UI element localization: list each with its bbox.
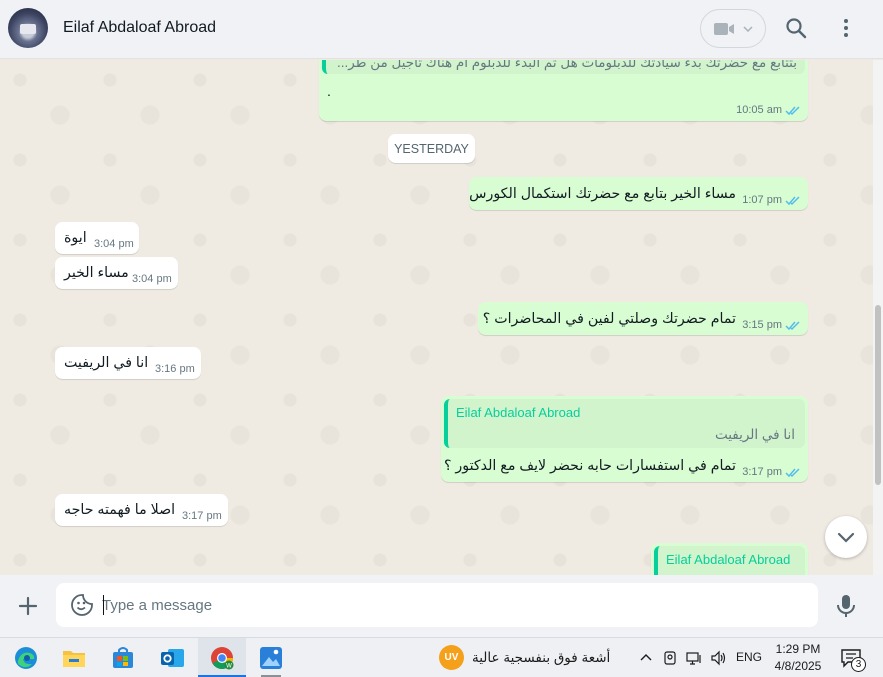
- message-incoming[interactable]: انا في الريفيت 3:16 pm: [55, 347, 201, 379]
- message-outgoing[interactable]: بتتابع مع حضرتك بدء سيادتك للدبلومات هل …: [319, 60, 808, 121]
- meet-now-icon[interactable]: [662, 650, 678, 666]
- read-ticks-icon: [785, 106, 800, 116]
- message-text: مساء الخير: [64, 265, 129, 281]
- message-time: 1:07 pm: [742, 194, 782, 206]
- message-time: 3:17 pm: [182, 510, 222, 522]
- date-separator: YESTERDAY: [388, 134, 475, 163]
- contact-name[interactable]: Eilaf Abdaloaf Abroad: [63, 19, 216, 37]
- message-time: 3:04 pm: [94, 238, 134, 250]
- taskbar-app-photos[interactable]: [247, 638, 295, 677]
- message-outgoing[interactable]: Eilaf Abdaloaf Abroad انا في الريفيت تما…: [441, 396, 808, 482]
- quoted-message[interactable]: Eilaf Abdaloaf Abroad: [654, 546, 805, 575]
- message-outgoing[interactable]: تمام حضرتك وصلتي لفين في المحاضرات ؟ 3:1…: [478, 302, 808, 335]
- message-composer: [0, 575, 883, 637]
- message-time: 3:04 pm: [132, 273, 172, 285]
- weather-widget[interactable]: UV أشعة فوق بنفسجية عالية: [439, 645, 610, 670]
- photos-icon: [260, 647, 282, 669]
- windows-taskbar: W UV أشعة فوق بنفسجية عالية ENG 1:29 PM …: [0, 637, 883, 677]
- message-input-box[interactable]: [56, 583, 818, 627]
- message-time: 3:15 pm: [742, 319, 782, 331]
- chevron-down-icon: [743, 25, 753, 32]
- notification-count-badge: 3: [851, 657, 866, 672]
- message-text: تمام حضرتك وصلتي لفين في المحاضرات ؟: [482, 311, 736, 327]
- read-ticks-icon: [785, 196, 800, 206]
- message-outgoing[interactable]: مساء الخير بتابع مع حضرتك استكمال الكورس…: [469, 177, 808, 210]
- read-ticks-icon: [785, 468, 800, 478]
- taskbar-app-store[interactable]: [99, 638, 147, 677]
- contact-avatar[interactable]: [8, 8, 48, 48]
- volume-icon[interactable]: [710, 650, 726, 666]
- message-text: اصلا ما فهمته حاجه: [64, 502, 176, 518]
- scroll-to-bottom-button[interactable]: [825, 516, 867, 558]
- clock-time: 1:29 PM: [775, 642, 821, 656]
- quoted-message-text: بتتابع مع حضرتك بدء سيادتك للدبلومات هل …: [337, 60, 797, 70]
- taskbar-app-file-explorer[interactable]: [50, 638, 98, 677]
- chrome-icon: W: [211, 647, 234, 670]
- read-ticks-icon: [785, 321, 800, 331]
- message-text: تمام في استفسارات حابه نحضر لايف مع الدك…: [443, 458, 736, 474]
- message-time: 10:05 am: [736, 104, 782, 116]
- message-text: .: [327, 84, 331, 100]
- svg-text:W: W: [226, 663, 232, 670]
- uv-index-badge: UV: [439, 645, 464, 670]
- microphone-icon[interactable]: [834, 593, 858, 619]
- video-camera-icon: [714, 22, 734, 35]
- message-incoming[interactable]: اصلا ما فهمته حاجه 3:17 pm: [55, 494, 228, 526]
- text-caret: [103, 595, 104, 615]
- outlook-icon: [161, 649, 184, 667]
- message-list[interactable]: بتتابع مع حضرتك بدء سيادتك للدبلومات هل …: [0, 60, 873, 575]
- message-time: 3:16 pm: [155, 363, 195, 375]
- network-icon[interactable]: [686, 650, 702, 666]
- system-clock[interactable]: 1:29 PM 4/8/2025: [768, 641, 828, 675]
- clock-date: 4/8/2025: [774, 659, 822, 673]
- chat-header: Eilaf Abdaloaf Abroad: [0, 0, 883, 59]
- message-text: ايوة: [64, 230, 87, 246]
- search-icon[interactable]: [784, 16, 808, 40]
- quoted-message-author: Eilaf Abdaloaf Abroad: [456, 405, 581, 420]
- quoted-message[interactable]: بتتابع مع حضرتك بدء سيادتك للدبلومات هل …: [322, 60, 805, 74]
- message-text: انا في الريفيت: [64, 355, 149, 371]
- message-incoming[interactable]: مساء الخير 3:04 pm: [55, 257, 178, 289]
- taskbar-app-outlook[interactable]: [148, 638, 196, 677]
- attach-plus-icon[interactable]: [16, 594, 40, 618]
- message-time: 3:17 pm: [742, 466, 782, 478]
- store-icon: [113, 647, 133, 668]
- quoted-message-author: Eilaf Abdaloaf Abroad: [666, 552, 791, 567]
- message-input[interactable]: [102, 593, 792, 617]
- message-outgoing[interactable]: Eilaf Abdaloaf Abroad: [651, 543, 808, 575]
- chevron-up-icon[interactable]: [638, 650, 654, 666]
- menu-dots-icon[interactable]: [834, 16, 858, 40]
- quoted-message-text: انا في الريفيت: [714, 427, 795, 442]
- weather-text: أشعة فوق بنفسجية عالية: [472, 649, 611, 665]
- file-explorer-icon: [63, 651, 85, 667]
- input-language[interactable]: ENG: [736, 650, 762, 664]
- chevron-down-icon: [837, 532, 855, 543]
- quoted-message[interactable]: Eilaf Abdaloaf Abroad انا في الريفيت: [444, 399, 805, 448]
- taskbar-app-chrome[interactable]: W: [198, 638, 246, 677]
- message-text: مساء الخير بتابع مع حضرتك استكمال الكورس: [469, 186, 736, 202]
- edge-icon: [15, 647, 37, 669]
- video-call-button[interactable]: [700, 9, 766, 48]
- emoji-sticker-icon[interactable]: [70, 593, 94, 617]
- message-incoming[interactable]: ايوة 3:04 pm: [55, 222, 139, 254]
- taskbar-app-edge[interactable]: [2, 638, 50, 677]
- chat-scrollbar-thumb[interactable]: [875, 305, 881, 485]
